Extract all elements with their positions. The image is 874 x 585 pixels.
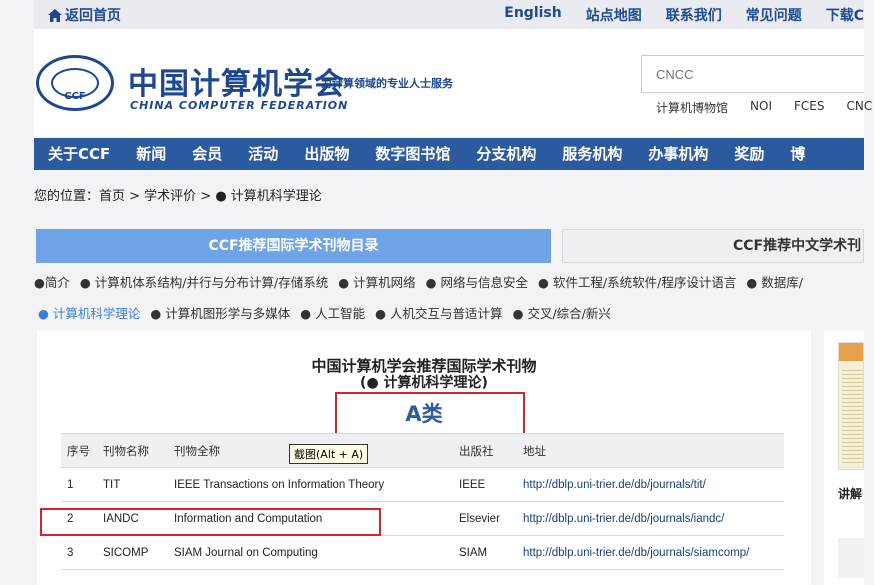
cell-url-link[interactable]: http://dblp.uni-trier.de/db/journals/tit… <box>517 467 784 502</box>
catalog-tabs: CCF推荐国际学术刊物目录 CCF推荐中文学术刊 <box>34 229 864 263</box>
quick-link-cnc[interactable]: CNC <box>846 99 872 116</box>
cell-no: 3 <box>61 535 97 570</box>
cell-url-link[interactable]: http://dblp.uni-trier.de/db/journals/sia… <box>517 535 784 570</box>
nav-item-offices[interactable]: 办事机构 <box>634 138 720 170</box>
site-header: CCF 中国计算机学会 CHINA COMPUTER FEDERATION 为计… <box>34 29 872 137</box>
nav-item-awards[interactable]: 奖励 <box>720 138 776 170</box>
brand-name-cn: 中国计算机学会 <box>128 67 345 102</box>
col-header-url: 地址 <box>517 433 784 468</box>
brand-slogan: 为计算领域的专业人士服务 <box>321 77 453 90</box>
sitemap-link[interactable]: 站点地图 <box>586 5 642 25</box>
subcat-database[interactable]: ● 数据库/ <box>746 272 803 291</box>
subcat-ai[interactable]: ● 人工智能 <box>300 303 365 322</box>
journal-list-panel: 中国计算机学会推荐国际学术刊物 (● 计算机科学理论) A类 序号 刊物名称 刊… <box>37 330 811 585</box>
cell-full-name: IEEE Transactions on Information Theory <box>168 467 453 502</box>
table-header-row: 序号 刊物名称 刊物全称 出版社 地址 <box>61 433 784 468</box>
quick-links: 计算机博物馆 NOI FCES CNC <box>656 99 872 116</box>
journal-table: 序号 刊物名称 刊物全称 出版社 地址 1 TIT IEEE Transacti… <box>61 433 784 570</box>
highlight-box-category <box>335 392 525 437</box>
cell-publisher: SIAM <box>453 535 517 570</box>
nav-item-events[interactable]: 活动 <box>234 138 290 170</box>
quick-link-museum[interactable]: 计算机博物馆 <box>656 99 728 116</box>
subcat-architecture[interactable]: ● 计算机体系结构/并行与分布计算/存储系统 <box>80 272 328 291</box>
sidebar-thumbnail[interactable] <box>838 342 864 470</box>
tab-chinese-journals[interactable]: CCF推荐中文学术刊 <box>562 229 864 263</box>
cell-url-link[interactable]: http://dblp.uni-trier.de/db/journals/ian… <box>517 501 784 536</box>
subcat-security[interactable]: ● 网络与信息安全 <box>426 272 528 291</box>
nav-item-about[interactable]: 关于CCF <box>34 138 122 170</box>
subcat-software[interactable]: ● 软件工程/系统软件/程序设计语言 <box>538 272 736 291</box>
quick-link-fces[interactable]: FCES <box>794 99 824 116</box>
col-header-no: 序号 <box>61 433 97 468</box>
breadcrumb: 您的位置：首页 > 学术评价 > ● 计算机科学理论 <box>34 189 322 204</box>
home-link[interactable]: 返回首页 <box>48 5 121 25</box>
table-row: 3 SICOMP SIAM Journal on Computing SIAM … <box>61 535 784 570</box>
nav-item-blog[interactable]: 博 <box>776 138 817 170</box>
sidebar-label[interactable]: 讲解 <box>838 485 862 502</box>
nav-item-branches[interactable]: 分支机构 <box>462 138 548 170</box>
subcategory-row-1: ●简介 ● 计算机体系结构/并行与分布计算/存储系统 ● 计算机网络 ● 网络与… <box>34 272 803 291</box>
faq-link[interactable]: 常见问题 <box>746 5 802 25</box>
nav-item-publications[interactable]: 出版物 <box>290 138 361 170</box>
top-utility-bar: 返回首页 English 站点地图 联系我们 常见问题 下载C <box>34 0 864 29</box>
home-icon <box>48 8 62 22</box>
logo-abbr: CCF <box>64 91 86 102</box>
sidebar-box <box>838 538 864 578</box>
screenshot-tooltip: 截图(Alt + A) <box>289 444 369 464</box>
download-link[interactable]: 下载C <box>826 5 864 25</box>
thumbnail-header-bar <box>839 343 863 361</box>
right-sidebar: 讲解 <box>824 330 864 585</box>
nav-item-services[interactable]: 服务机构 <box>548 138 634 170</box>
subcat-graphics[interactable]: ● 计算机图形学与多媒体 <box>150 303 290 322</box>
nav-item-digital-library[interactable]: 数字图书馆 <box>361 138 462 170</box>
tab-international-journals[interactable]: CCF推荐国际学术刊物目录 <box>36 229 551 263</box>
brand-name-en: CHINA COMPUTER FEDERATION <box>130 99 349 112</box>
subcat-theory[interactable]: ● 计算机科学理论 <box>38 303 140 322</box>
subcat-network[interactable]: ● 计算机网络 <box>338 272 415 291</box>
subcat-hci[interactable]: ● 人机交互与普适计算 <box>375 303 502 322</box>
cell-no: 1 <box>61 467 97 502</box>
col-header-publisher: 出版社 <box>453 433 517 468</box>
contact-link[interactable]: 联系我们 <box>666 5 722 25</box>
subcategory-row-2: ● 计算机科学理论 ● 计算机图形学与多媒体 ● 人工智能 ● 人机交互与普适计… <box>38 303 611 322</box>
subcat-intro[interactable]: ●简介 <box>34 272 70 291</box>
quick-link-noi[interactable]: NOI <box>750 99 772 116</box>
cell-publisher: Elsevier <box>453 501 517 536</box>
list-subtitle: (● 计算机科学理论) <box>360 375 488 391</box>
thumbnail-text-lines <box>842 367 863 463</box>
main-nav: 关于CCF 新闻 会员 活动 出版物 数字图书馆 分支机构 服务机构 办事机构 … <box>34 138 864 170</box>
nav-item-members[interactable]: 会员 <box>178 138 234 170</box>
cell-publisher: IEEE <box>453 467 517 502</box>
nav-item-news[interactable]: 新闻 <box>122 138 178 170</box>
subcat-interdisciplinary[interactable]: ● 交叉/综合/新兴 <box>513 303 611 322</box>
cell-full-name: SIAM Journal on Computing <box>168 535 453 570</box>
ccf-logo[interactable]: CCF <box>36 55 114 111</box>
cell-abbr: TIT <box>97 467 168 502</box>
highlight-box-row <box>40 508 381 536</box>
cell-abbr: SICOMP <box>97 535 168 570</box>
table-row: 1 TIT IEEE Transactions on Information T… <box>61 467 784 502</box>
col-header-abbr: 刊物名称 <box>97 433 168 468</box>
english-link[interactable]: English <box>504 5 561 25</box>
home-link-label: 返回首页 <box>65 8 121 24</box>
search-input[interactable] <box>641 55 864 93</box>
